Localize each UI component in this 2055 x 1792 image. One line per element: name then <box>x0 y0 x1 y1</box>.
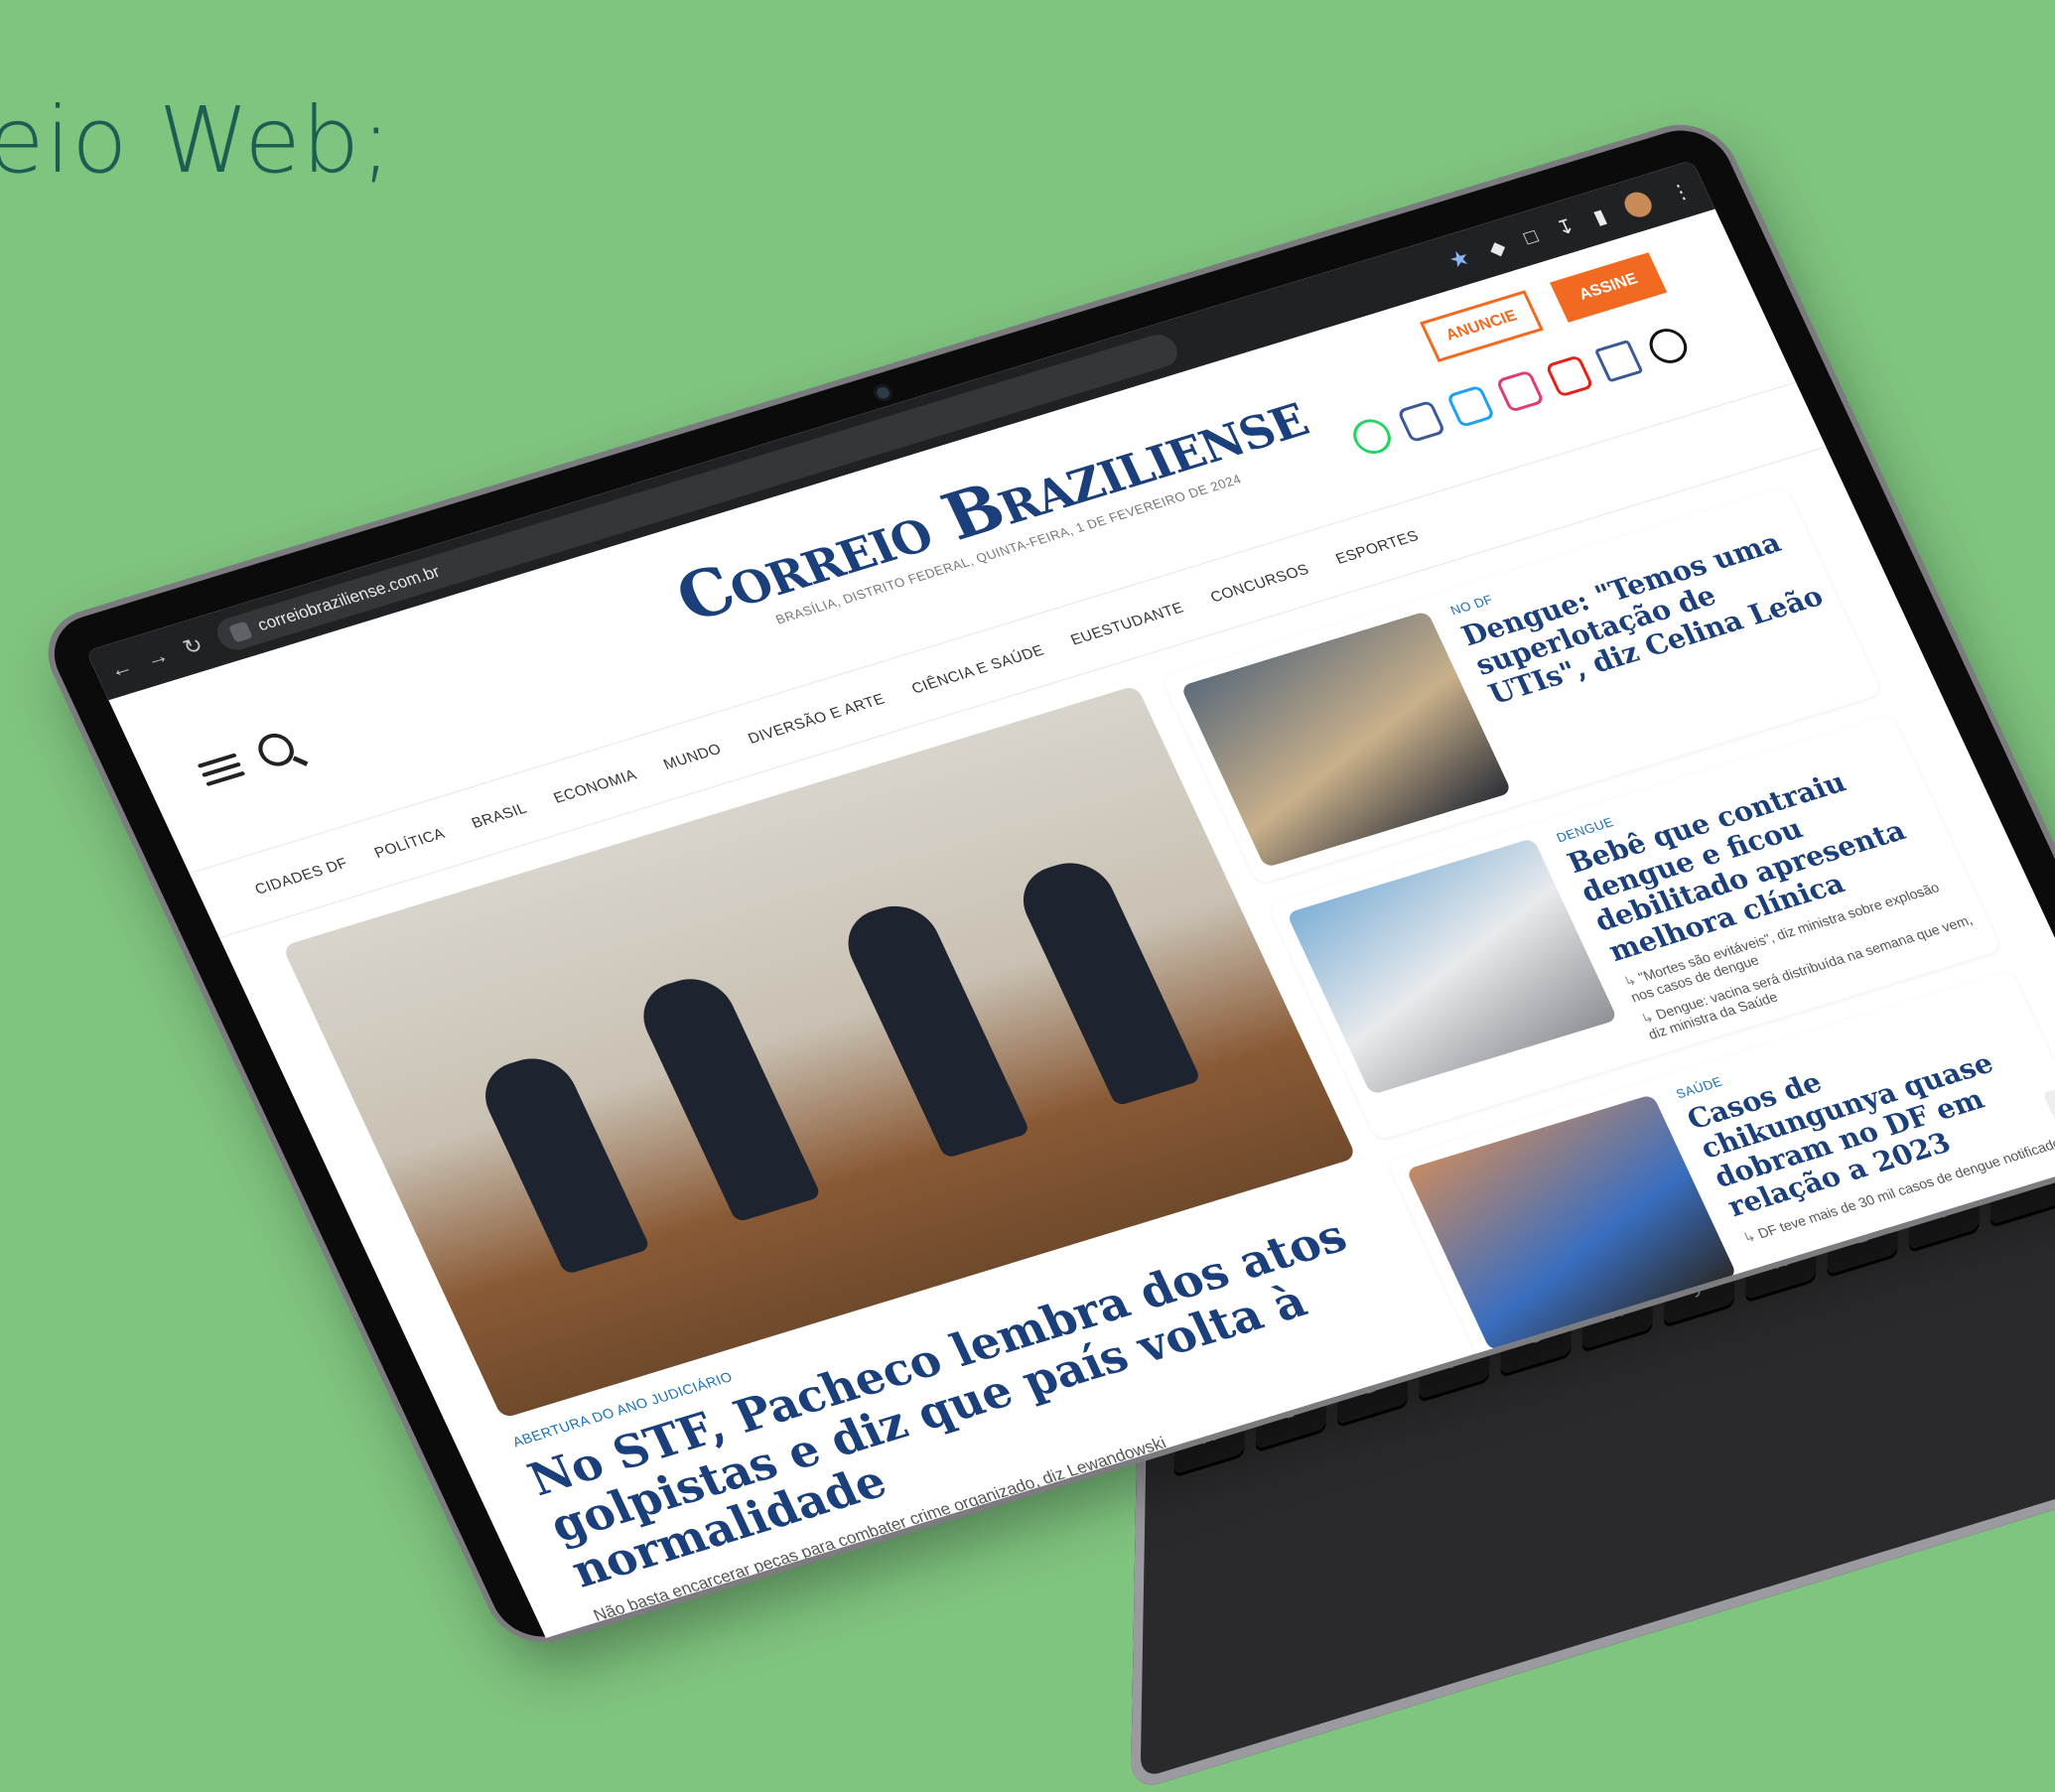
nav-item-concursos[interactable]: CONCURSOS <box>1207 561 1311 606</box>
nav-item-esportes[interactable]: ESPORTES <box>1333 527 1422 568</box>
nav-item-economia[interactable]: ECONOMIA <box>551 766 639 807</box>
threads-icon[interactable] <box>1643 324 1694 368</box>
back-button[interactable]: ← <box>105 653 137 683</box>
nav-item-politica[interactable]: POLÍTICA <box>371 825 447 862</box>
nav-item-ciencia-e-saude[interactable]: CIÊNCIA E SAÚDE <box>908 641 1046 697</box>
person-figure <box>1010 853 1202 1107</box>
search-icon[interactable] <box>252 729 300 770</box>
extension-icon[interactable]: ◆ <box>1484 234 1509 261</box>
facebook-icon[interactable] <box>1396 399 1446 444</box>
nav-item-mundo[interactable]: MUNDO <box>660 741 724 773</box>
nav-item-euestudante[interactable]: EUESTUDANTE <box>1068 599 1186 648</box>
person-figure <box>472 1048 651 1276</box>
download-icon[interactable]: ↧ <box>1553 213 1579 241</box>
nav-item-cidades-df[interactable]: CIDADES DF <box>252 855 350 898</box>
nav-item-brasil[interactable]: BRASIL <box>469 799 529 831</box>
reload-button[interactable]: ↻ <box>178 631 209 661</box>
assine-button[interactable]: ASSINE <box>1550 252 1668 323</box>
webcam-icon <box>875 385 891 401</box>
sidepanel-icon[interactable]: ▮ <box>1589 204 1610 229</box>
youtube-icon[interactable] <box>1545 354 1594 398</box>
person-figure <box>629 969 822 1223</box>
instagram-icon[interactable] <box>1495 369 1546 413</box>
forward-button[interactable]: → <box>141 642 173 672</box>
whatsapp-icon[interactable] <box>1347 414 1397 459</box>
more-menu-icon[interactable]: ⋮ <box>1666 178 1696 207</box>
nav-item-diversao-e-arte[interactable]: DIVERSÃO E ARTE <box>746 690 888 747</box>
puzzle-icon[interactable]: □ <box>1521 225 1542 250</box>
profile-avatar[interactable] <box>1620 189 1657 220</box>
side-story-image[interactable] <box>1179 611 1512 869</box>
hamburger-menu-icon[interactable] <box>195 748 248 792</box>
person-figure <box>835 896 1031 1160</box>
side-story-image[interactable] <box>1286 837 1618 1095</box>
twitter-icon[interactable] <box>1445 384 1496 429</box>
site-settings-icon[interactable] <box>227 620 253 643</box>
bookmark-star-icon[interactable]: ★ <box>1444 244 1474 274</box>
anuncie-button[interactable]: ANUNCIE <box>1420 290 1544 362</box>
newspaper-icon[interactable] <box>1593 339 1644 383</box>
laptop: !@#$%^&*()_+QWERTYUIOP{}ASDFGHJKL:"| ← →… <box>0 0 2055 1792</box>
